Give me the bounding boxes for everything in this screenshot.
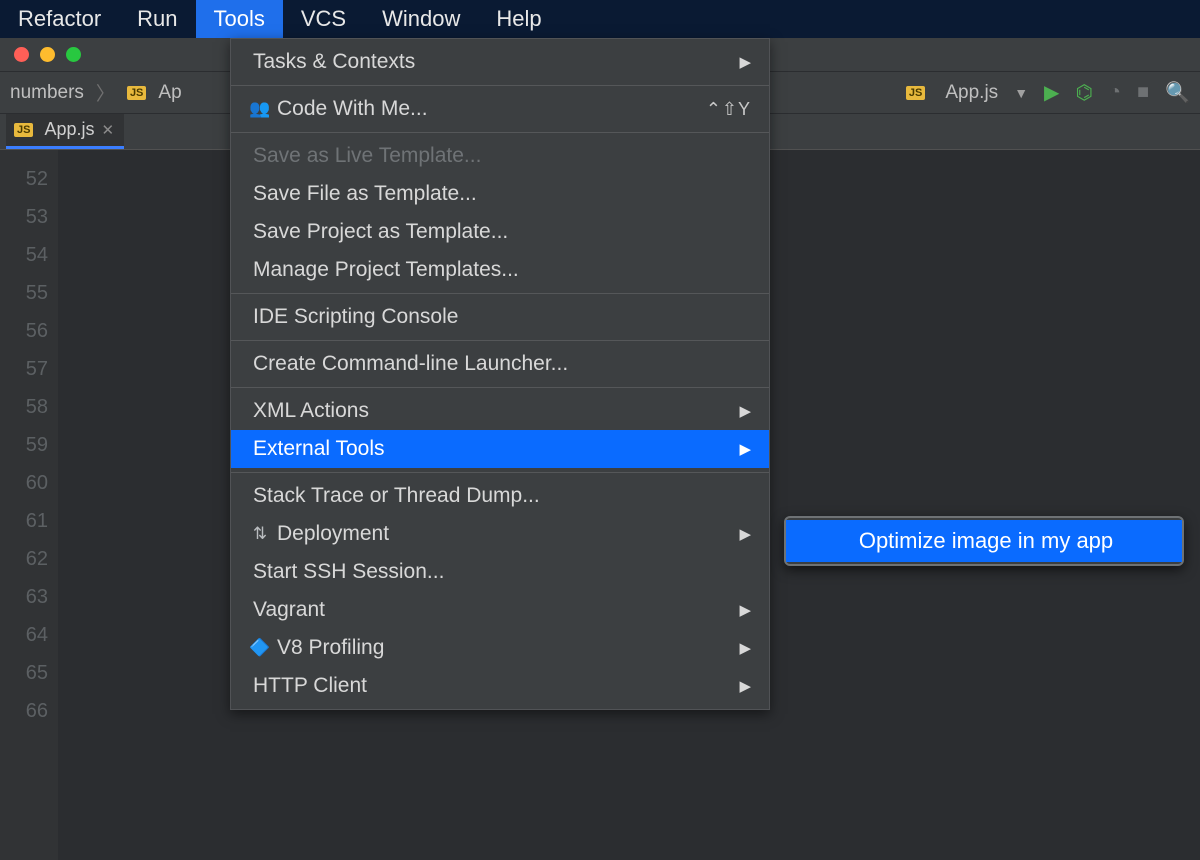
line-number: 66 bbox=[0, 692, 48, 730]
submenu-arrow-icon: ▶ bbox=[739, 440, 751, 458]
close-tab-icon[interactable]: ✕ bbox=[102, 121, 115, 139]
menu-separator bbox=[231, 132, 769, 133]
menu-item[interactable]: Manage Project Templates... bbox=[231, 251, 769, 289]
menu-item[interactable]: XML Actions ▶ bbox=[231, 392, 769, 430]
menu-item-label: Deployment bbox=[277, 522, 389, 546]
menu-separator bbox=[231, 293, 769, 294]
submenu-item-optimize-image[interactable]: Optimize image in my app bbox=[786, 520, 1182, 562]
line-number: 61 bbox=[0, 502, 48, 540]
line-number: 60 bbox=[0, 464, 48, 502]
menubar-item-tools[interactable]: Tools bbox=[196, 0, 283, 38]
line-number: 55 bbox=[0, 274, 48, 312]
editor-tab-label: App.js bbox=[44, 119, 94, 140]
menu-item-label: Tasks & Contexts bbox=[253, 50, 415, 74]
chevron-right-icon: 〉 bbox=[92, 79, 119, 106]
menu-item[interactable]: IDE Scripting Console bbox=[231, 298, 769, 336]
menu-item: Save as Live Template... bbox=[231, 137, 769, 175]
menu-item-label: IDE Scripting Console bbox=[253, 305, 458, 329]
external-tools-submenu: Optimize image in my app bbox=[784, 516, 1184, 566]
line-number: 62 bbox=[0, 540, 48, 578]
menu-item[interactable]: 👥Code With Me... ⌃⇧Y bbox=[231, 90, 769, 128]
menu-shortcut: ⌃⇧Y bbox=[706, 99, 751, 120]
menu-item-label: V8 Profiling bbox=[277, 636, 384, 660]
menu-item[interactable]: External Tools ▶ bbox=[231, 430, 769, 468]
breadcrumb-root[interactable]: numbers bbox=[10, 82, 84, 104]
search-icon[interactable]: 🔍 bbox=[1165, 80, 1190, 105]
js-file-icon: JS bbox=[14, 123, 33, 137]
menu-item[interactable]: 🔷V8 Profiling ▶ bbox=[231, 629, 769, 667]
line-number: 63 bbox=[0, 578, 48, 616]
deploy-icon: ⇅ bbox=[247, 524, 273, 544]
menu-item-label: Manage Project Templates... bbox=[253, 258, 519, 282]
run-button-icon[interactable]: ▶ bbox=[1044, 80, 1059, 105]
submenu-item-label: Optimize image in my app bbox=[859, 528, 1113, 554]
menu-item-label: Save as Live Template... bbox=[253, 144, 481, 168]
submenu-arrow-icon: ▶ bbox=[739, 639, 751, 657]
line-number: 54 bbox=[0, 236, 48, 274]
menu-separator bbox=[231, 472, 769, 473]
line-number: 56 bbox=[0, 312, 48, 350]
menubar-item-vcs[interactable]: VCS bbox=[283, 0, 364, 38]
close-window-icon[interactable] bbox=[14, 47, 29, 62]
minimize-window-icon[interactable] bbox=[40, 47, 55, 62]
line-number: 65 bbox=[0, 654, 48, 692]
submenu-arrow-icon: ▶ bbox=[739, 677, 751, 695]
js-file-icon: JS bbox=[127, 86, 146, 100]
menu-item[interactable]: ⇅Deployment ▶ bbox=[231, 515, 769, 553]
menu-separator bbox=[231, 85, 769, 86]
menu-item-label: Save File as Template... bbox=[253, 182, 477, 206]
menu-item-label: HTTP Client bbox=[253, 674, 367, 698]
menu-item-label: Stack Trace or Thread Dump... bbox=[253, 484, 540, 508]
submenu-arrow-icon: ▶ bbox=[739, 402, 751, 420]
menubar-item-window[interactable]: Window bbox=[364, 0, 478, 38]
menu-separator bbox=[231, 387, 769, 388]
line-number: 58 bbox=[0, 388, 48, 426]
line-number-gutter: 525354555657585960616263646566 bbox=[0, 150, 58, 860]
menubar-item-refactor[interactable]: Refactor bbox=[0, 0, 119, 38]
menubar-item-run[interactable]: Run bbox=[119, 0, 195, 38]
submenu-arrow-icon: ▶ bbox=[739, 53, 751, 71]
tools-menu: Tasks & Contexts ▶ 👥Code With Me... ⌃⇧Y Save… bbox=[230, 38, 770, 710]
menu-item-label: XML Actions bbox=[253, 399, 369, 423]
submenu-arrow-icon: ▶ bbox=[739, 525, 751, 543]
line-number: 57 bbox=[0, 350, 48, 388]
menu-item[interactable]: HTTP Client ▶ bbox=[231, 667, 769, 705]
menu-item[interactable]: Save File as Template... bbox=[231, 175, 769, 213]
menu-item[interactable]: Create Command-line Launcher... bbox=[231, 345, 769, 383]
editor-tab-appjs[interactable]: JS App.js ✕ bbox=[6, 114, 124, 149]
v8-icon: 🔷 bbox=[247, 638, 273, 658]
coverage-button-icon[interactable]: ◔ bbox=[1109, 81, 1121, 104]
menubar-item-help[interactable]: Help bbox=[478, 0, 559, 38]
submenu-arrow-icon: ▶ bbox=[739, 601, 751, 619]
stop-button-icon[interactable]: ■ bbox=[1137, 81, 1149, 104]
line-number: 52 bbox=[0, 160, 48, 198]
menu-separator bbox=[231, 340, 769, 341]
breadcrumb-file[interactable]: Ap bbox=[158, 82, 181, 104]
people-icon: 👥 bbox=[247, 99, 273, 119]
js-file-icon: JS bbox=[906, 86, 925, 100]
menu-item[interactable]: Tasks & Contexts ▶ bbox=[231, 43, 769, 81]
zoom-window-icon[interactable] bbox=[66, 47, 81, 62]
debug-button-icon[interactable]: ⌬ bbox=[1075, 80, 1092, 105]
line-number: 53 bbox=[0, 198, 48, 236]
menu-item-label: Vagrant bbox=[253, 598, 325, 622]
menu-item[interactable]: Stack Trace or Thread Dump... bbox=[231, 477, 769, 515]
menu-item[interactable]: Save Project as Template... bbox=[231, 213, 769, 251]
line-number: 59 bbox=[0, 426, 48, 464]
menu-item[interactable]: Start SSH Session... bbox=[231, 553, 769, 591]
menu-item[interactable]: Vagrant ▶ bbox=[231, 591, 769, 629]
chevron-down-icon[interactable]: ▼ bbox=[1014, 85, 1028, 101]
menu-item-label: Save Project as Template... bbox=[253, 220, 508, 244]
app-menubar: Refactor Run Tools VCS Window Help bbox=[0, 0, 1200, 38]
line-number: 64 bbox=[0, 616, 48, 654]
menu-item-label: Create Command-line Launcher... bbox=[253, 352, 568, 376]
menu-item-label: Start SSH Session... bbox=[253, 560, 444, 584]
run-config-selector[interactable]: App.js bbox=[945, 82, 998, 104]
menu-item-label: Code With Me... bbox=[277, 97, 428, 121]
menu-item-label: External Tools bbox=[253, 437, 385, 461]
